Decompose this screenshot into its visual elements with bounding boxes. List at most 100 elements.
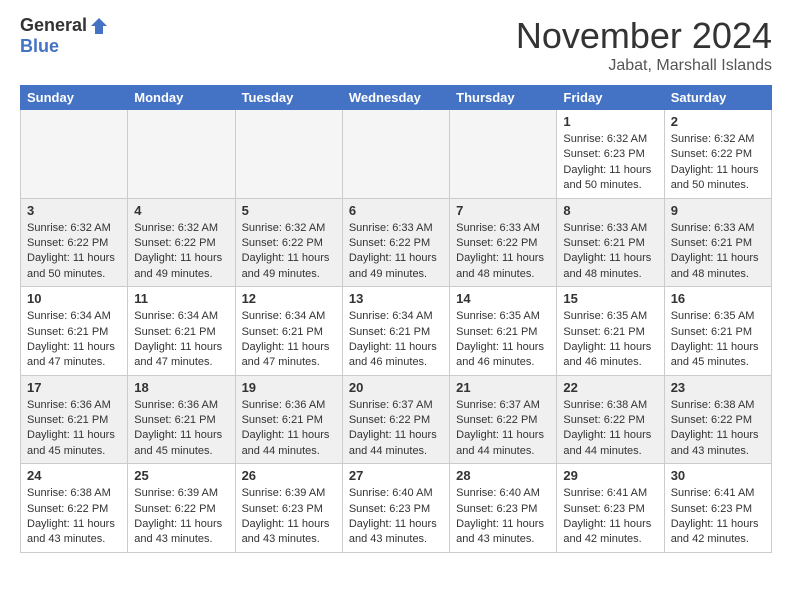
- day-info: Sunrise: 6:37 AM Sunset: 6:22 PM Dayligh…: [349, 398, 443, 460]
- calendar-cell: 10 Sunrise: 6:34 AM Sunset: 6:21 PM Dayli…: [21, 287, 128, 376]
- calendar-week-row: 17 Sunrise: 6:36 AM Sunset: 6:21 PM Dayli…: [21, 375, 772, 464]
- calendar-cell: [450, 110, 557, 199]
- calendar-week-row: 1Sunrise: 6:32 AM Sunset: 6:23 PM Daylig…: [21, 110, 772, 199]
- day-number: 14: [456, 291, 550, 306]
- calendar-cell: [342, 110, 449, 199]
- day-info: Sunrise: 6:38 AM Sunset: 6:22 PM Dayligh…: [671, 398, 765, 460]
- day-number: 11: [134, 291, 228, 306]
- day-info: Sunrise: 6:32 AM Sunset: 6:22 PM Dayligh…: [134, 221, 228, 283]
- day-info: Sunrise: 6:34 AM Sunset: 6:21 PM Dayligh…: [27, 309, 121, 371]
- calendar: SundayMondayTuesdayWednesdayThursdayFrid…: [20, 85, 772, 553]
- day-number: 7: [456, 203, 550, 218]
- day-number: 9: [671, 203, 765, 218]
- day-number: 18: [134, 380, 228, 395]
- calendar-cell: 17 Sunrise: 6:36 AM Sunset: 6:21 PM Dayli…: [21, 375, 128, 464]
- day-number: 23: [671, 380, 765, 395]
- day-number: 8: [563, 203, 657, 218]
- calendar-cell: 13 Sunrise: 6:34 AM Sunset: 6:21 PM Dayli…: [342, 287, 449, 376]
- day-info: Sunrise: 6:39 AM Sunset: 6:23 PM Dayligh…: [242, 486, 336, 548]
- logo-icon: [89, 16, 109, 36]
- calendar-cell: 14Sunrise: 6:35 AM Sunset: 6:21 PM Dayli…: [450, 287, 557, 376]
- day-info: Sunrise: 6:32 AM Sunset: 6:22 PM Dayligh…: [242, 221, 336, 283]
- day-info: Sunrise: 6:41 AM Sunset: 6:23 PM Dayligh…: [563, 486, 657, 548]
- day-info: Sunrise: 6:33 AM Sunset: 6:22 PM Dayligh…: [456, 221, 550, 283]
- calendar-cell: 1Sunrise: 6:32 AM Sunset: 6:23 PM Daylig…: [557, 110, 664, 199]
- day-info: Sunrise: 6:35 AM Sunset: 6:21 PM Dayligh…: [563, 309, 657, 371]
- day-number: 25: [134, 468, 228, 483]
- calendar-cell: [21, 110, 128, 199]
- weekday-header: Tuesday: [235, 86, 342, 110]
- calendar-cell: 5 Sunrise: 6:32 AM Sunset: 6:22 PM Daylig…: [235, 198, 342, 287]
- day-info: Sunrise: 6:34 AM Sunset: 6:21 PM Dayligh…: [349, 309, 443, 371]
- day-info: Sunrise: 6:34 AM Sunset: 6:21 PM Dayligh…: [242, 309, 336, 371]
- day-number: 10: [27, 291, 121, 306]
- weekday-header: Wednesday: [342, 86, 449, 110]
- day-number: 27: [349, 468, 443, 483]
- month-title: November 2024: [516, 15, 772, 57]
- calendar-cell: 2 Sunrise: 6:32 AM Sunset: 6:22 PM Daylig…: [664, 110, 771, 199]
- logo-general: General: [20, 15, 87, 36]
- calendar-cell: 18 Sunrise: 6:36 AM Sunset: 6:21 PM Dayli…: [128, 375, 235, 464]
- calendar-cell: 6Sunrise: 6:33 AM Sunset: 6:22 PM Daylig…: [342, 198, 449, 287]
- calendar-cell: 29 Sunrise: 6:41 AM Sunset: 6:23 PM Dayli…: [557, 464, 664, 553]
- title-area: November 2024 Jabat, Marshall Islands: [516, 15, 772, 75]
- calendar-cell: [128, 110, 235, 199]
- day-info: Sunrise: 6:39 AM Sunset: 6:22 PM Dayligh…: [134, 486, 228, 548]
- day-info: Sunrise: 6:38 AM Sunset: 6:22 PM Dayligh…: [27, 486, 121, 548]
- calendar-cell: 3Sunrise: 6:32 AM Sunset: 6:22 PM Daylig…: [21, 198, 128, 287]
- header: General Blue November 2024 Jabat, Marsha…: [20, 15, 772, 75]
- weekday-header: Monday: [128, 86, 235, 110]
- calendar-cell: 28 Sunrise: 6:40 AM Sunset: 6:23 PM Dayli…: [450, 464, 557, 553]
- location: Jabat, Marshall Islands: [516, 57, 772, 75]
- weekday-header: Friday: [557, 86, 664, 110]
- day-info: Sunrise: 6:38 AM Sunset: 6:22 PM Dayligh…: [563, 398, 657, 460]
- day-info: Sunrise: 6:33 AM Sunset: 6:21 PM Dayligh…: [563, 221, 657, 283]
- day-info: Sunrise: 6:32 AM Sunset: 6:22 PM Dayligh…: [671, 132, 765, 194]
- day-number: 6: [349, 203, 443, 218]
- day-number: 2: [671, 114, 765, 129]
- day-number: 19: [242, 380, 336, 395]
- day-number: 4: [134, 203, 228, 218]
- day-number: 13: [349, 291, 443, 306]
- calendar-cell: 27 Sunrise: 6:40 AM Sunset: 6:23 PM Dayli…: [342, 464, 449, 553]
- calendar-week-row: 3 Sunrise: 6:32 AM Sunset: 6:22 PM Daylig…: [21, 198, 772, 287]
- day-info: Sunrise: 6:40 AM Sunset: 6:23 PM Dayligh…: [456, 486, 550, 548]
- day-info: Sunrise: 6:35 AM Sunset: 6:21 PM Dayligh…: [671, 309, 765, 371]
- day-number: 17: [27, 380, 121, 395]
- calendar-cell: 11Sunrise: 6:34 AM Sunset: 6:21 PM Dayli…: [128, 287, 235, 376]
- day-number: 28: [456, 468, 550, 483]
- day-info: Sunrise: 6:36 AM Sunset: 6:21 PM Dayligh…: [134, 398, 228, 460]
- day-info: Sunrise: 6:37 AM Sunset: 6:22 PM Dayligh…: [456, 398, 550, 460]
- calendar-cell: 19 Sunrise: 6:36 AM Sunset: 6:21 PM Dayli…: [235, 375, 342, 464]
- weekday-header: Sunday: [21, 86, 128, 110]
- calendar-cell: 22Sunrise: 6:38 AM Sunset: 6:22 PM Dayli…: [557, 375, 664, 464]
- calendar-cell: 25 Sunrise: 6:39 AM Sunset: 6:22 PM Dayli…: [128, 464, 235, 553]
- calendar-cell: 4 Sunrise: 6:32 AM Sunset: 6:22 PM Daylig…: [128, 198, 235, 287]
- day-info: Sunrise: 6:33 AM Sunset: 6:21 PM Dayligh…: [671, 221, 765, 283]
- day-info: Sunrise: 6:36 AM Sunset: 6:21 PM Dayligh…: [27, 398, 121, 460]
- day-info: Sunrise: 6:40 AM Sunset: 6:23 PM Dayligh…: [349, 486, 443, 548]
- day-number: 24: [27, 468, 121, 483]
- calendar-cell: 15Sunrise: 6:35 AM Sunset: 6:21 PM Dayli…: [557, 287, 664, 376]
- calendar-cell: 30Sunrise: 6:41 AM Sunset: 6:23 PM Dayli…: [664, 464, 771, 553]
- day-number: 3: [27, 203, 121, 218]
- calendar-cell: 26 Sunrise: 6:39 AM Sunset: 6:23 PM Dayli…: [235, 464, 342, 553]
- calendar-cell: 9 Sunrise: 6:33 AM Sunset: 6:21 PM Daylig…: [664, 198, 771, 287]
- calendar-cell: 7 Sunrise: 6:33 AM Sunset: 6:22 PM Daylig…: [450, 198, 557, 287]
- calendar-cell: 12Sunrise: 6:34 AM Sunset: 6:21 PM Dayli…: [235, 287, 342, 376]
- logo: General Blue: [20, 15, 109, 57]
- weekday-header: Saturday: [664, 86, 771, 110]
- calendar-cell: 21Sunrise: 6:37 AM Sunset: 6:22 PM Dayli…: [450, 375, 557, 464]
- calendar-cell: [235, 110, 342, 199]
- day-number: 29: [563, 468, 657, 483]
- weekday-header-row: SundayMondayTuesdayWednesdayThursdayFrid…: [21, 86, 772, 110]
- calendar-week-row: 24 Sunrise: 6:38 AM Sunset: 6:22 PM Dayli…: [21, 464, 772, 553]
- day-info: Sunrise: 6:36 AM Sunset: 6:21 PM Dayligh…: [242, 398, 336, 460]
- day-number: 26: [242, 468, 336, 483]
- day-number: 20: [349, 380, 443, 395]
- calendar-cell: 16Sunrise: 6:35 AM Sunset: 6:21 PM Dayli…: [664, 287, 771, 376]
- calendar-cell: 24 Sunrise: 6:38 AM Sunset: 6:22 PM Dayli…: [21, 464, 128, 553]
- day-number: 5: [242, 203, 336, 218]
- calendar-week-row: 10 Sunrise: 6:34 AM Sunset: 6:21 PM Dayli…: [21, 287, 772, 376]
- calendar-cell: 23 Sunrise: 6:38 AM Sunset: 6:22 PM Dayli…: [664, 375, 771, 464]
